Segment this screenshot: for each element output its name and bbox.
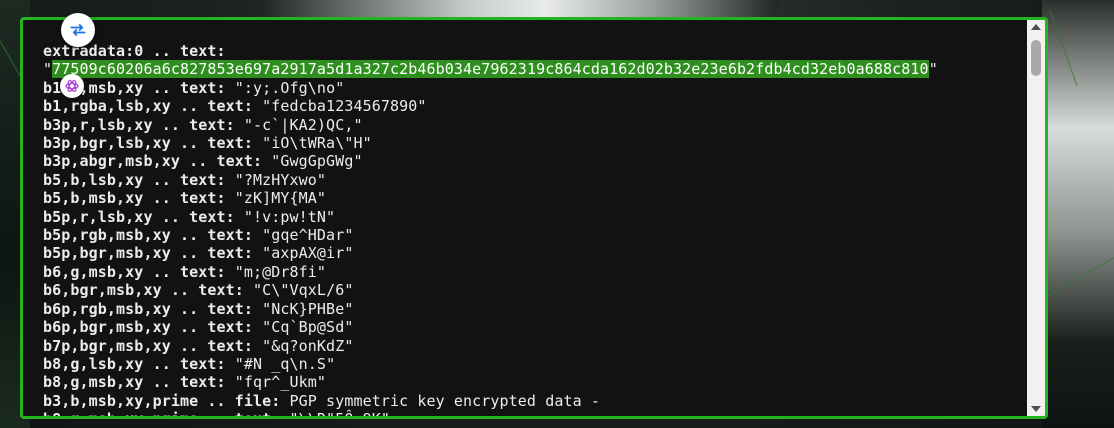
- terminal-line: b6p,bgr,msb,xy .. text: "Cq`Bp@Sd": [43, 318, 1015, 336]
- terminal-line: b3p,r,lsb,xy .. text: "-c`|KA2)QC,": [43, 116, 1015, 134]
- background-top-rim: [260, 0, 780, 18]
- line-value: "&q?onKdZ": [253, 336, 354, 355]
- terminal-line: b5p,rgb,msb,xy .. text: "gqe^HDar": [43, 226, 1015, 244]
- line-value: ":y;.Ofg\no": [225, 78, 345, 97]
- terminal-line: b6,bgr,msb,xy .. text: "C\"VqxL/6": [43, 281, 1015, 299]
- scroll-down-arrow-icon[interactable]: [1031, 406, 1041, 412]
- scroll-up-arrow-icon[interactable]: [1031, 24, 1041, 30]
- openai-knot-icon[interactable]: [60, 74, 84, 98]
- line-value: "fqr^_Ukm": [225, 373, 327, 392]
- terminal-line: b8,g,msb,xy .. text: "fqr^_Ukm": [43, 373, 1015, 391]
- line-key: b8,g,msb,xy .. text:: [43, 373, 226, 392]
- line-key: b6,g,msb,xy .. text:: [43, 262, 226, 281]
- line-key: b3p,bgr,lsb,xy .. text:: [43, 134, 254, 153]
- terminal-line: b8,r,msb,xy,prime .. text: "\\R"5Ô 9K": [43, 410, 1015, 416]
- terminal-line: b6,g,msb,xy .. text: "m;@Dr8fi": [43, 263, 1015, 281]
- line-value: "#N _q\n.S": [225, 354, 336, 373]
- terminal-window[interactable]: extradata:0 .. text: "77509c60206a6c82785…: [20, 17, 1048, 419]
- line-value: PGP symmetric key encrypted data -: [280, 391, 600, 410]
- repeat-arrows-icon[interactable]: [61, 13, 95, 47]
- terminal-line: b5,b,msb,xy .. text: "zK]MY{MA": [43, 189, 1015, 207]
- line-key: b3p,r,lsb,xy .. text:: [43, 115, 235, 134]
- line-value: "\\R"5Ô 9K": [280, 410, 390, 416]
- terminal-line: b3p,bgr,lsb,xy .. text: "iO\tWRa\"H": [43, 134, 1015, 152]
- terminal-line: b1,rgba,lsb,xy .. text: "fedcba123456789…: [43, 97, 1015, 115]
- line-value: "Cq`Bp@Sd": [253, 318, 354, 337]
- terminal-line: b5p,r,lsb,xy .. text: "!v:pw!tN": [43, 208, 1015, 226]
- line-value: "iO\tWRa\"H": [253, 134, 372, 153]
- highlighted-text[interactable]: 77509c60206a6c827853e697a2917a5d1a327c2b…: [52, 60, 929, 79]
- line-value: "GwgGpGWg": [262, 152, 363, 171]
- line-value: "C\"VqxL/6": [243, 281, 354, 300]
- terminal-line: b3,b,msb,xy,prime .. file: PGP symmetric…: [43, 392, 1015, 410]
- line-value: ": [43, 60, 53, 79]
- terminal-line: b3p,abgr,msb,xy .. text: "GwgGpGWg": [43, 152, 1015, 170]
- line-key: b5,b,msb,xy .. text:: [43, 189, 226, 208]
- line-value: "axpAX@ir": [253, 244, 354, 263]
- terminal-line: "77509c60206a6c827853e697a2917a5d1a327c2…: [43, 60, 1015, 79]
- terminal-line: b5,b,lsb,xy .. text: "?MzHYxwo": [43, 171, 1015, 189]
- line-key: b5,b,lsb,xy .. text:: [43, 170, 226, 189]
- line-value-tail: ": [928, 60, 938, 79]
- terminal-line: b8,g,lsb,xy .. text: "#N _q\n.S": [43, 355, 1015, 373]
- line-value: "?MzHYxwo": [225, 170, 327, 189]
- line-key: b6p,bgr,msb,xy .. text:: [43, 318, 254, 337]
- line-key: b7p,bgr,msb,xy .. text:: [43, 336, 254, 355]
- line-key: b5p,r,lsb,xy .. text:: [43, 207, 235, 226]
- terminal-line: b1,r,msb,xy .. text: ":y;.Ofg\no": [43, 79, 1015, 97]
- line-value: "gqe^HDar": [253, 226, 354, 245]
- line-key: b3,b,msb,xy,prime .. file:: [43, 391, 281, 410]
- line-value: "zK]MY{MA": [225, 189, 327, 208]
- line-value: "NcK}PHBe": [253, 299, 354, 318]
- vertical-scrollbar[interactable]: [1027, 20, 1045, 416]
- line-key: b1,rgba,lsb,xy .. text:: [43, 97, 254, 116]
- line-key: b6,bgr,msb,xy .. text:: [43, 281, 244, 300]
- line-key: b8,g,lsb,xy .. text:: [43, 354, 226, 373]
- line-key: b5p,bgr,msb,xy .. text:: [43, 244, 254, 263]
- scrollbar-thumb[interactable]: [1031, 40, 1041, 76]
- line-value: "fedcba1234567890": [253, 97, 427, 116]
- line-key: b6p,rgb,msb,xy .. text:: [43, 299, 254, 318]
- line-value: "m;@Dr8fi": [225, 262, 327, 281]
- line-key: b8,r,msb,xy,prime .. text:: [43, 410, 280, 416]
- background-right: [1042, 0, 1114, 428]
- line-value: "-c`|KA2)QC,": [234, 115, 363, 134]
- terminal-line: b6p,rgb,msb,xy .. text: "NcK}PHBe": [43, 300, 1015, 318]
- terminal-output: extradata:0 .. text: "77509c60206a6c82785…: [43, 42, 1015, 416]
- line-value: "!v:pw!tN": [234, 207, 336, 226]
- terminal-line: extradata:0 .. text:: [43, 42, 1015, 60]
- terminal-line: b5p,bgr,msb,xy .. text: "axpAX@ir": [43, 244, 1015, 262]
- line-key: b3p,abgr,msb,xy .. text:: [43, 152, 263, 171]
- line-key: b5p,rgb,msb,xy .. text:: [43, 226, 254, 245]
- terminal-line: b7p,bgr,msb,xy .. text: "&q?onKdZ": [43, 337, 1015, 355]
